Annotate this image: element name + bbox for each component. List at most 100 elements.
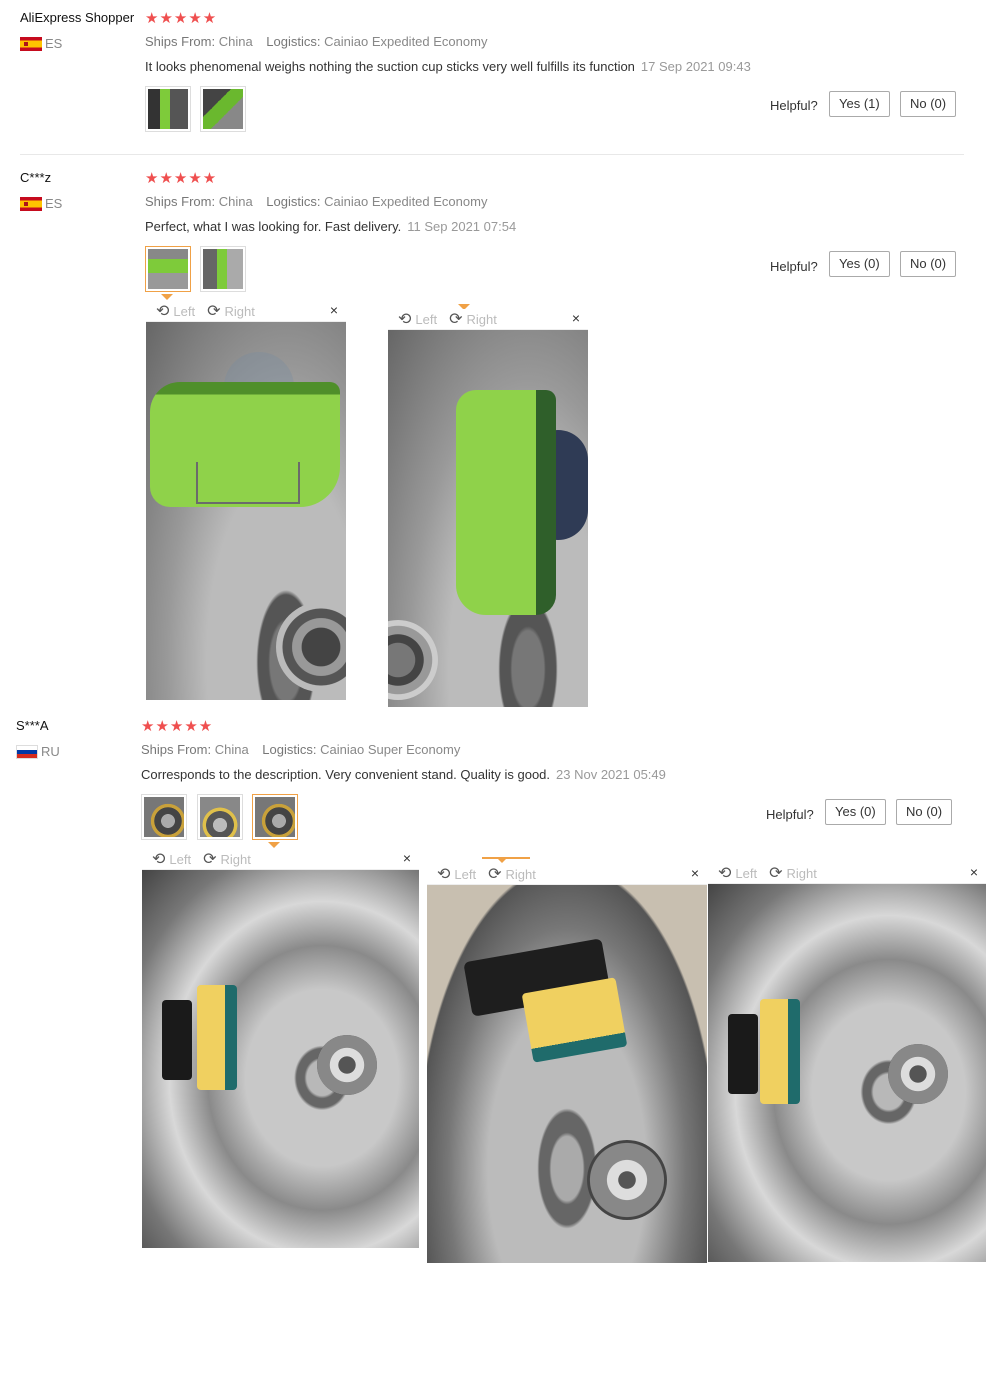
- star-rating: ★★★★★: [145, 170, 218, 187]
- rotate-left-icon[interactable]: ⟲: [398, 309, 411, 329]
- close-icon[interactable]: ×: [572, 310, 580, 326]
- review-thumbnail-selected[interactable]: [252, 794, 298, 840]
- viewer-toolbar: ⟲ Left ⟳ Right ×: [708, 863, 986, 884]
- reviewer-name: AliExpress Shopper: [20, 10, 135, 25]
- ships-from-value: China: [218, 34, 253, 49]
- logistics-label: Logistics:: [262, 742, 317, 757]
- rotate-left-label[interactable]: Left: [454, 867, 476, 882]
- viewer-toolbar: ⟲ Left ⟳ Right ×: [388, 309, 588, 330]
- shipping-info: Ships From: China Logistics: Cainiao Exp…: [145, 194, 487, 209]
- country-code: RU: [41, 744, 60, 759]
- image-viewer: ⟲ Left ⟳ Right ×: [427, 864, 707, 1264]
- selected-caret-icon: [268, 842, 280, 848]
- review-divider: [20, 154, 964, 155]
- logistics-value: Cainiao Expedited Economy: [324, 194, 488, 209]
- review-photo: [142, 870, 419, 1248]
- image-viewer: ⟲ Left ⟳ Right ×: [388, 309, 588, 707]
- ships-from-label: Ships From:: [141, 742, 212, 757]
- review-text: Corresponds to the description. Very con…: [141, 767, 551, 782]
- rotate-left-icon[interactable]: ⟲: [437, 864, 450, 884]
- review-photo: [708, 884, 986, 1262]
- rotate-left-icon[interactable]: ⟲: [718, 863, 731, 883]
- helpful-no-button[interactable]: No (0): [896, 799, 953, 825]
- thumbnail-image: [203, 249, 243, 289]
- thumbnail-image: [148, 249, 188, 289]
- close-icon[interactable]: ×: [330, 302, 338, 318]
- helpful-yes-button[interactable]: Yes (1): [829, 91, 890, 117]
- review-body: Corresponds to the description. Very con…: [141, 767, 666, 782]
- reviewer-country: ES: [20, 36, 62, 51]
- rotate-left-label[interactable]: Left: [173, 304, 195, 319]
- spain-flag-icon: [20, 196, 42, 211]
- rotate-right-icon[interactable]: ⟳: [488, 864, 501, 884]
- helpful-no-button[interactable]: No (0): [900, 91, 957, 117]
- russia-flag-icon: [16, 744, 38, 759]
- country-code: ES: [45, 196, 63, 211]
- review-thumbnail[interactable]: [200, 246, 246, 292]
- close-icon[interactable]: ×: [403, 850, 411, 866]
- rotate-right-label[interactable]: Right: [225, 304, 255, 319]
- ships-from-value: China: [218, 194, 253, 209]
- image-viewer: ⟲ Left ⟳ Right ×: [142, 849, 419, 1249]
- review-text: It looks phenomenal weighs nothing the s…: [145, 59, 635, 74]
- rotate-right-label[interactable]: Right: [467, 312, 497, 327]
- thumbnail-image: [255, 797, 295, 837]
- thumbnail-image: [144, 797, 184, 837]
- image-viewer: ⟲ Left ⟳ Right ×: [708, 863, 986, 1263]
- rotate-right-label[interactable]: Right: [506, 867, 536, 882]
- rotate-left-icon[interactable]: ⟲: [152, 849, 165, 869]
- review-photo: [388, 330, 588, 707]
- thumbnail-image: [200, 797, 240, 837]
- helpful-no-button[interactable]: No (0): [900, 251, 957, 277]
- rotate-right-icon[interactable]: ⟳: [203, 849, 216, 869]
- review-thumbnail[interactable]: [197, 794, 243, 840]
- helpful-label: Helpful?: [770, 98, 818, 113]
- country-code: ES: [45, 36, 63, 51]
- reviewer-country: RU: [16, 744, 60, 759]
- review-thumbnail[interactable]: [200, 86, 246, 132]
- rotate-right-icon[interactable]: ⟳: [769, 863, 782, 883]
- helpful-label: Helpful?: [766, 807, 814, 822]
- shipping-info: Ships From: China Logistics: Cainiao Sup…: [141, 742, 460, 757]
- image-viewer: ⟲ Left ⟳ Right ×: [146, 301, 346, 701]
- logistics-value: Cainiao Super Economy: [320, 742, 461, 757]
- star-rating: ★★★★★: [141, 718, 214, 735]
- selected-caret-icon: [496, 857, 508, 863]
- ships-from-label: Ships From:: [145, 194, 216, 209]
- reviewer-name: S***A: [16, 718, 49, 733]
- review-thumbnail[interactable]: [141, 794, 187, 840]
- rotate-left-icon[interactable]: ⟲: [156, 301, 169, 321]
- helpful-yes-button[interactable]: Yes (0): [825, 799, 886, 825]
- review-date: 11 Sep 2021 07:54: [407, 219, 517, 234]
- close-icon[interactable]: ×: [691, 865, 699, 881]
- viewer-toolbar: ⟲ Left ⟳ Right ×: [427, 864, 707, 885]
- helpful-yes-button[interactable]: Yes (0): [829, 251, 890, 277]
- logistics-value: Cainiao Expedited Economy: [324, 34, 488, 49]
- helpful-label: Helpful?: [770, 259, 818, 274]
- reviewer-name: C***z: [20, 170, 52, 185]
- rotate-right-icon[interactable]: ⟳: [207, 301, 220, 321]
- logistics-label: Logistics:: [266, 34, 321, 49]
- review-thumbnail[interactable]: [145, 86, 191, 132]
- review-body: Perfect, what I was looking for. Fast de…: [145, 219, 516, 234]
- viewer-toolbar: ⟲ Left ⟳ Right ×: [142, 849, 419, 870]
- reviewer-country: ES: [20, 196, 62, 211]
- review-body: It looks phenomenal weighs nothing the s…: [145, 59, 751, 74]
- rotate-right-label[interactable]: Right: [787, 866, 817, 881]
- review-photo: [146, 322, 346, 700]
- shipping-info: Ships From: China Logistics: Cainiao Exp…: [145, 34, 487, 49]
- ships-from-label: Ships From:: [145, 34, 216, 49]
- rotate-left-label[interactable]: Left: [735, 866, 757, 881]
- rotate-left-label[interactable]: Left: [169, 852, 191, 867]
- close-icon[interactable]: ×: [970, 864, 978, 880]
- review-text: Perfect, what I was looking for. Fast de…: [145, 219, 402, 234]
- ships-from-value: China: [214, 742, 249, 757]
- selected-caret-icon: [161, 294, 173, 300]
- rotate-right-label[interactable]: Right: [221, 852, 251, 867]
- review-date: 17 Sep 2021 09:43: [640, 59, 751, 74]
- thumbnail-image: [203, 89, 243, 129]
- rotate-left-label[interactable]: Left: [415, 312, 437, 327]
- star-rating: ★★★★★: [145, 10, 218, 27]
- review-thumbnail-selected[interactable]: [145, 246, 191, 292]
- rotate-right-icon[interactable]: ⟳: [449, 309, 462, 329]
